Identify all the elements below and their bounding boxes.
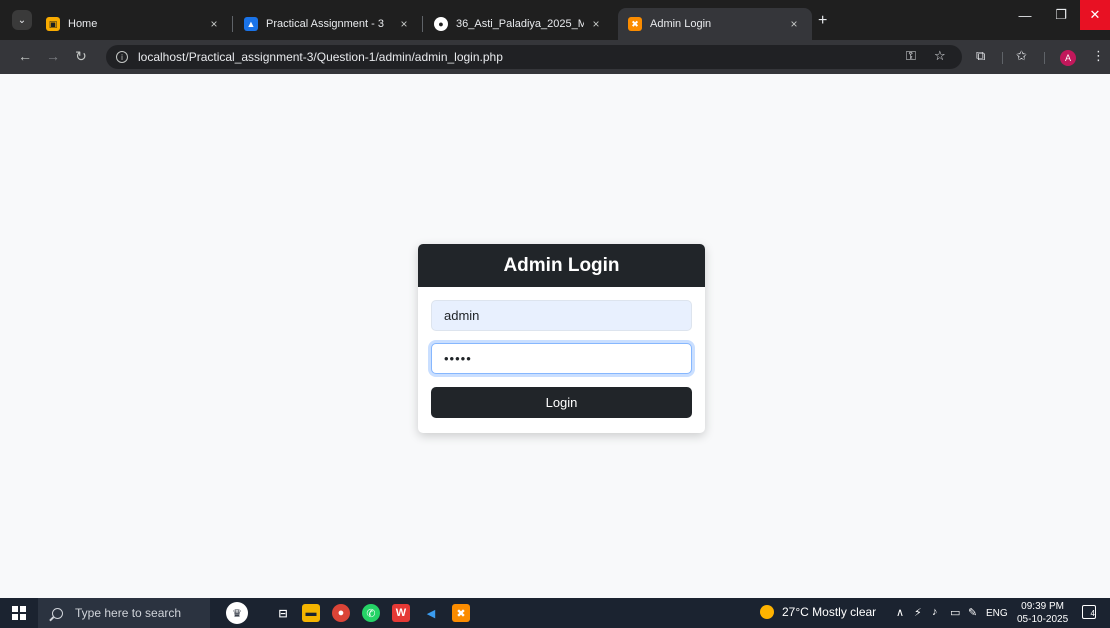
favorites-icon[interactable]: ✩ <box>1016 48 1027 64</box>
weather-text: 27°C Mostly clear <box>782 605 877 619</box>
new-tab-button[interactable]: + <box>818 12 827 30</box>
browser-tab-strip: ⌄ ▣ Home × ▲ Practical Assignment - 3 × … <box>0 0 1110 40</box>
weather-widget[interactable]: 27°C Mostly clear <box>760 605 876 619</box>
taskbar-search-box[interactable]: Type here to search <box>38 598 210 628</box>
network-icon[interactable]: ⚡ <box>914 606 922 619</box>
cortana-avatar-icon[interactable]: ♛ <box>226 602 248 624</box>
tab-github-repo[interactable]: ● 36_Asti_Paladiya_2025_MSCICT × <box>424 8 614 40</box>
site-info-icon[interactable]: i <box>116 51 128 63</box>
reload-icon[interactable]: ↻ <box>72 48 90 65</box>
weather-sun-icon <box>760 605 774 619</box>
tab-title: 36_Asti_Paladiya_2025_MSCICT <box>456 18 584 30</box>
xampp-favicon-icon: ✖ <box>628 17 642 31</box>
tab-title: Practical Assignment - 3 <box>266 18 384 30</box>
window-restore-button[interactable]: ❐ <box>1044 0 1078 30</box>
browser-toolbar: ← → ↻ i localhost/Practical_assignment-3… <box>0 40 1110 74</box>
url-text: localhost/Practical_assignment-3/Questio… <box>138 50 503 64</box>
tab-divider <box>422 16 423 32</box>
menu-kebab-icon[interactable]: ⋮ <box>1092 48 1105 64</box>
windows-taskbar: Type here to search ♛ ⊟ ▬ ● ✆ W ◀ ✖ 27°C… <box>0 598 1110 628</box>
extensions-puzzle-icon[interactable]: ⧉ <box>976 48 985 64</box>
tab-practical-assignment[interactable]: ▲ Practical Assignment - 3 × <box>234 8 422 40</box>
tray-chevron-up-icon[interactable]: ∧ <box>896 606 904 619</box>
login-title: Admin Login <box>418 244 705 287</box>
chrome-icon[interactable]: ● <box>332 604 350 622</box>
home-favicon-icon: ▣ <box>46 17 60 31</box>
clock-time: 09:39 PM <box>1021 601 1064 612</box>
tab-close-icon[interactable]: × <box>786 17 802 31</box>
address-bar[interactable]: i localhost/Practical_assignment-3/Quest… <box>106 45 962 69</box>
github-favicon-icon: ● <box>434 17 448 31</box>
tab-close-icon[interactable]: × <box>206 17 222 31</box>
login-card: Admin Login admin ••••• Login <box>418 244 705 433</box>
vscode-icon[interactable]: ◀ <box>422 604 440 622</box>
page-content: Admin Login admin ••••• Login <box>0 74 1110 598</box>
classroom-favicon-icon: ▲ <box>244 17 258 31</box>
toolbar-divider <box>1044 52 1045 64</box>
search-placeholder: Type here to search <box>75 606 182 620</box>
tab-home[interactable]: ▣ Home × <box>36 8 232 40</box>
password-input[interactable]: ••••• <box>431 343 692 374</box>
tab-divider <box>232 16 233 32</box>
taskbar-clock[interactable]: 09:39 PM 05-10-2025 <box>1017 600 1068 626</box>
password-key-icon[interactable]: ⚿ <box>906 48 916 64</box>
tab-title: Admin Login <box>650 18 712 30</box>
bookmark-star-icon[interactable]: ☆ <box>934 48 946 64</box>
volume-icon[interactable]: ♪ <box>932 606 938 618</box>
task-view-icon[interactable]: ⊟ <box>274 604 292 622</box>
tab-title: Home <box>68 18 98 30</box>
windows-start-icon[interactable] <box>12 606 26 620</box>
window-minimize-button[interactable]: — <box>1008 0 1042 30</box>
forward-arrow-icon[interactable]: → <box>44 48 62 64</box>
search-icon <box>52 607 63 619</box>
notification-count: 4 <box>1090 609 1095 618</box>
window-close-button[interactable]: ✕ <box>1080 0 1110 30</box>
profile-avatar[interactable]: A <box>1060 50 1076 66</box>
tab-search-chevron-icon[interactable]: ⌄ <box>12 10 32 30</box>
back-arrow-icon[interactable]: ← <box>16 48 34 64</box>
clock-date: 05-10-2025 <box>1017 614 1069 625</box>
whatsapp-icon[interactable]: ✆ <box>362 604 380 622</box>
xampp-icon[interactable]: ✖ <box>452 604 470 622</box>
tab-admin-login[interactable]: ✖ Admin Login × <box>618 8 812 40</box>
toolbar-divider <box>1002 52 1003 64</box>
file-explorer-icon[interactable]: ▬ <box>302 604 320 622</box>
login-button[interactable]: Login <box>431 387 692 418</box>
notification-center-icon[interactable]: 4 <box>1082 605 1096 619</box>
pen-icon[interactable]: ✎ <box>968 606 977 619</box>
username-input[interactable]: admin <box>431 300 692 331</box>
battery-icon[interactable]: ▭ <box>950 606 960 619</box>
tab-close-icon[interactable]: × <box>588 17 604 31</box>
tab-close-icon[interactable]: × <box>396 17 412 31</box>
wps-office-icon[interactable]: W <box>392 604 410 622</box>
language-indicator[interactable]: ENG <box>986 608 1008 619</box>
